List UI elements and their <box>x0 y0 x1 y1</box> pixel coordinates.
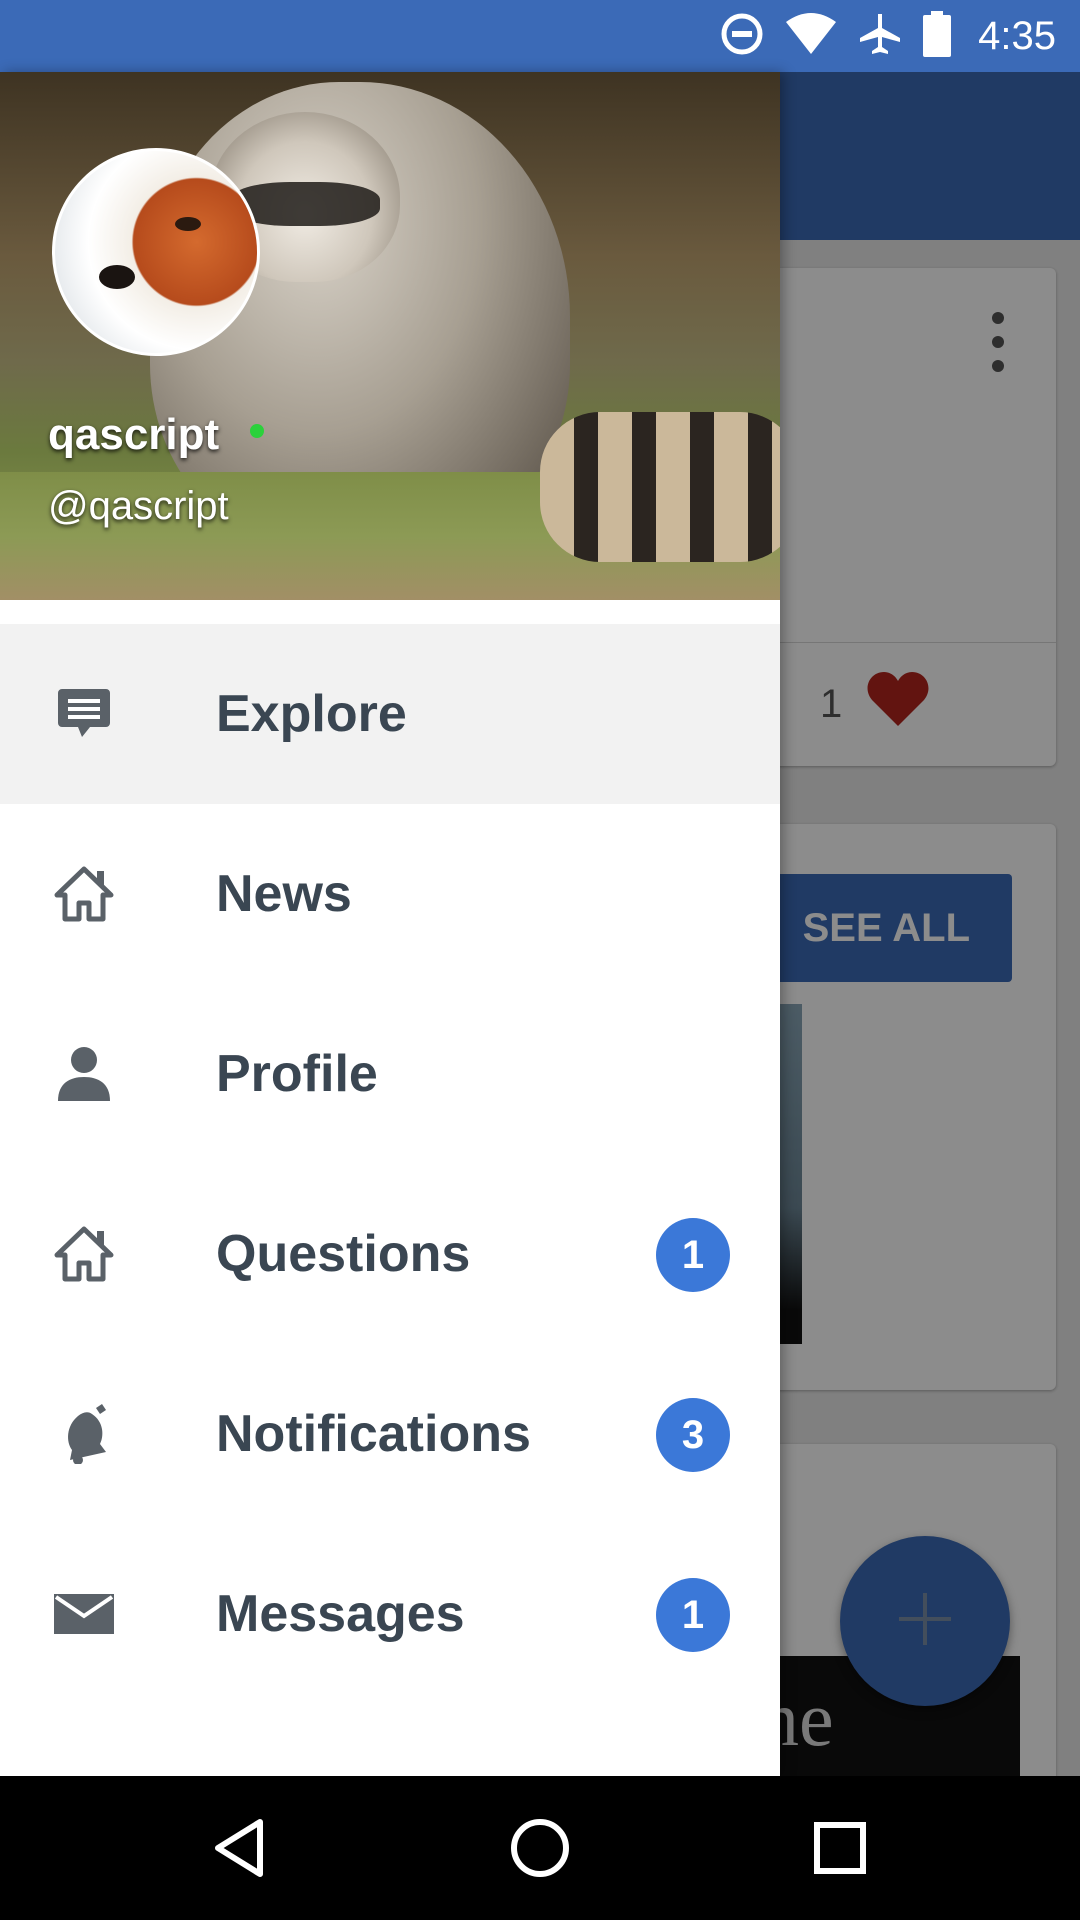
wifi-icon <box>784 12 838 61</box>
status-icons: 4:35 <box>720 0 1056 72</box>
user-handle: @qascript <box>48 484 229 528</box>
bell-icon <box>52 1404 116 1464</box>
drawer-item-label: Notifications <box>216 1405 531 1463</box>
back-icon[interactable] <box>170 1776 310 1920</box>
drawer-item-news[interactable]: News <box>0 804 780 984</box>
online-status-dot <box>250 424 264 438</box>
drawer-header: qascript @qascript <box>0 72 780 600</box>
drawer-item-label: Questions <box>216 1225 471 1283</box>
navigation-drawer: qascript @qascript Explore News Profile <box>0 72 780 1776</box>
user-name: qascript <box>48 410 220 459</box>
airplane-mode-icon <box>858 12 902 61</box>
mail-icon <box>52 1584 116 1644</box>
status-bar: 4:35 <box>0 0 1080 72</box>
home-icon <box>52 1224 116 1284</box>
drawer-menu: Explore News Profile Questions 1 Notific… <box>0 624 780 1704</box>
chat-icon <box>52 684 116 744</box>
drawer-item-messages[interactable]: Messages 1 <box>0 1524 780 1704</box>
person-icon <box>52 1044 116 1104</box>
drawer-item-profile[interactable]: Profile <box>0 984 780 1164</box>
drawer-item-notifications[interactable]: Notifications 3 <box>0 1344 780 1524</box>
home-circle-icon[interactable] <box>470 1776 610 1920</box>
count-badge: 3 <box>656 1398 730 1472</box>
status-time: 4:35 <box>978 13 1056 58</box>
home-icon <box>52 864 116 924</box>
drawer-item-questions[interactable]: Questions 1 <box>0 1164 780 1344</box>
battery-icon <box>922 10 952 62</box>
count-badge: 1 <box>656 1578 730 1652</box>
do-not-disturb-icon <box>720 12 764 61</box>
recents-icon[interactable] <box>770 1776 910 1920</box>
count-badge: 1 <box>656 1218 730 1292</box>
drawer-item-label: Profile <box>216 1045 378 1103</box>
drawer-item-label: Messages <box>216 1585 465 1643</box>
drawer-item-label: News <box>216 865 352 923</box>
avatar[interactable] <box>52 148 260 356</box>
system-navigation-bar <box>0 1776 1080 1920</box>
drawer-item-explore[interactable]: Explore <box>0 624 780 804</box>
drawer-item-label: Explore <box>216 685 407 743</box>
